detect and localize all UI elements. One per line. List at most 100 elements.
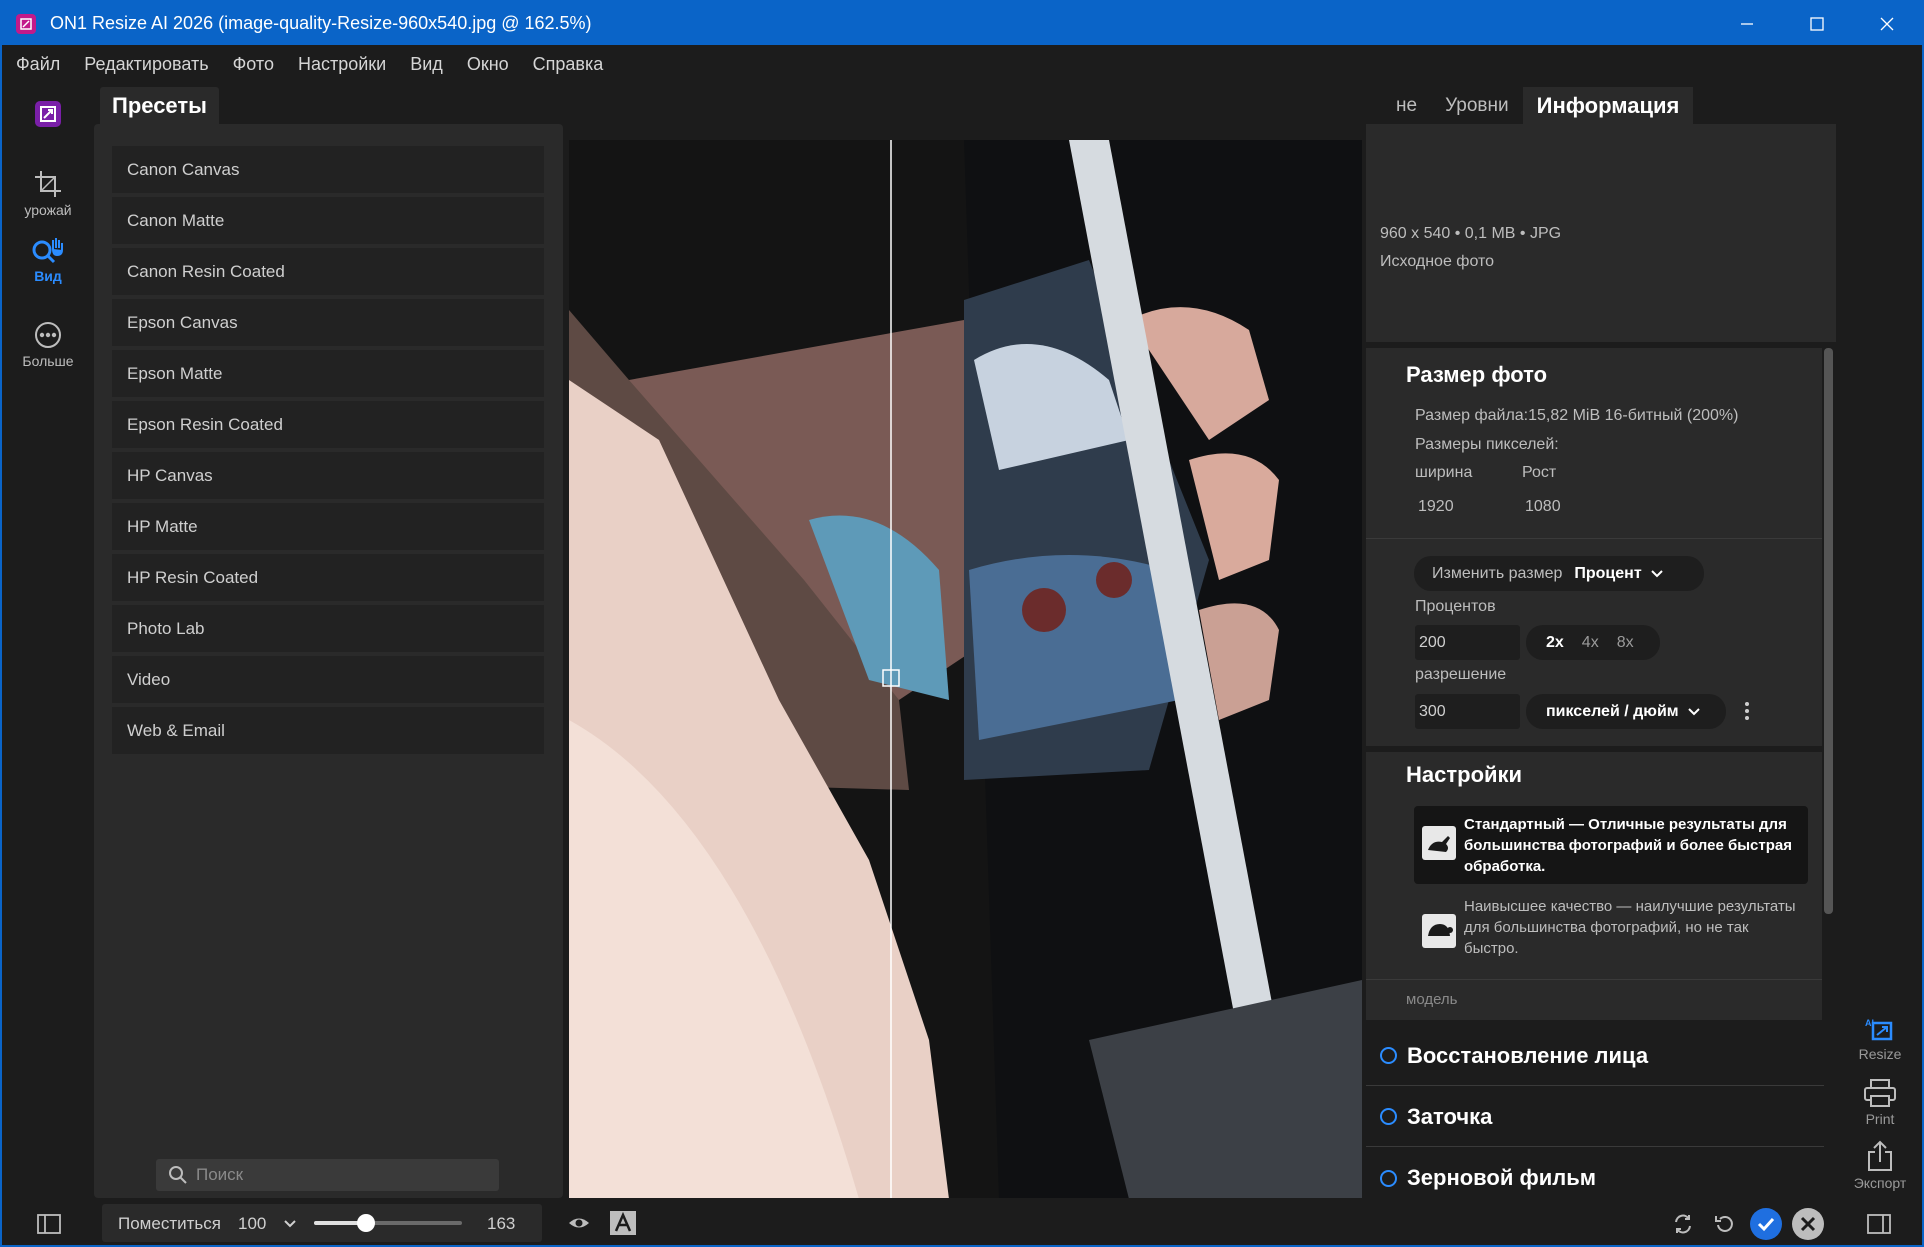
module-export[interactable]: Экспорт [1838,1140,1922,1191]
module-export-label: Экспорт [1853,1175,1907,1191]
compare-icon[interactable] [610,1211,636,1235]
tool-more[interactable]: Больше [2,320,94,369]
preset-item[interactable]: Video [112,656,544,703]
settings-panel: Настройки Стандартный — Отличные результ… [1366,752,1822,1020]
reset-icon[interactable] [1714,1213,1736,1235]
multiplier-4x[interactable]: 4x [1582,634,1599,652]
cancel-button[interactable] [1792,1208,1824,1240]
preset-item[interactable]: HP Canvas [112,452,544,499]
preset-item[interactable]: Canon Canvas [112,146,544,193]
ai-resize-icon: AI [1865,1018,1893,1041]
option-standard-text: Стандартный — Отличные результаты для бо… [1464,816,1792,875]
bottom-bar: Поместиться 100 163 [2,1198,1922,1245]
tool-more-label: Больше [22,353,74,369]
maximize-button[interactable] [1782,2,1852,45]
option-standard[interactable]: Стандартный — Отличные результаты для бо… [1414,806,1808,884]
export-icon [1868,1140,1892,1171]
image-canvas[interactable] [569,140,1362,1199]
menu-edit[interactable]: Редактировать [84,54,208,75]
module-print[interactable]: Print [1838,1078,1922,1127]
resolution-input[interactable]: 300 [1415,694,1520,729]
height-value: 1080 [1525,498,1561,515]
photo-size-panel: Размер фото Размер файла:15,82 MiB 16-би… [1366,348,1822,746]
option-best-text: Наивысшее качество — наилучшие результат… [1464,898,1796,957]
sync-icon[interactable] [1672,1213,1694,1235]
tool-view-label: Вид [34,268,62,284]
apply-button[interactable] [1750,1208,1782,1240]
tool-crop[interactable]: урожай [2,169,94,218]
toggle-right-panel-icon[interactable] [1867,1214,1891,1234]
image-dims: 960 x 540 • 0,1 MB • JPG [1380,225,1562,242]
enable-toggle[interactable] [1380,1047,1397,1064]
preset-item[interactable]: Canon Matte [112,197,544,244]
right-tabs: не Уровни Информация [1382,87,1694,125]
enable-toggle[interactable] [1380,1169,1397,1187]
chevron-down-icon [1687,707,1700,715]
section-face-recovery[interactable]: Восстановление лица [1366,1026,1824,1086]
menu-view[interactable]: Вид [410,54,443,75]
preset-item[interactable]: HP Resin Coated [112,554,544,601]
preset-item[interactable]: Photo Lab [112,605,544,652]
preset-search-input[interactable]: Поиск [156,1159,499,1191]
file-size: Размер файла:15,82 MiB 16-битный (200%) [1415,407,1739,424]
image-source: Исходное фото [1380,253,1495,270]
section-title: Заточка [1407,1103,1493,1129]
printer-icon [1864,1079,1896,1107]
tool-view[interactable]: Вид [2,235,94,284]
tab-navigator[interactable]: не [1382,87,1431,125]
preset-item[interactable]: HP Matte [112,503,544,550]
module-resize-label: Resize [1858,1046,1902,1062]
app-window: ON1 Resize AI 2026 (image-quality-Resize… [0,0,1924,1247]
resize-ai-icon [35,101,61,127]
module-resize[interactable]: AI Resize [1838,1017,1922,1062]
module-print-label: Print [1865,1111,1895,1127]
resolution-unit-dropdown[interactable]: пикселей / дюйм [1526,694,1726,729]
minimize-button[interactable] [1712,2,1782,45]
kebab-menu-icon[interactable] [1744,700,1750,722]
title-bar: ON1 Resize AI 2026 (image-quality-Resize… [2,2,1922,45]
chevron-down-icon [1650,569,1663,577]
resize-mode-dropdown[interactable]: Изменить размер Процент [1414,556,1704,591]
toggle-left-panel-icon[interactable] [37,1214,61,1234]
menu-help[interactable]: Справка [533,54,604,75]
fit-button[interactable]: Поместиться [118,1214,221,1234]
eye-icon[interactable] [568,1214,590,1232]
preset-item[interactable]: Epson Resin Coated [112,401,544,448]
zoom-slider-track[interactable] [314,1214,462,1232]
close-window-button[interactable] [1852,2,1922,45]
menu-file[interactable]: Файл [16,54,60,75]
width-value: 1920 [1418,498,1454,515]
chevron-down-icon[interactable] [283,1219,297,1229]
left-toolbar: урожай Вид Больше [2,83,94,1198]
resolution-unit: пикселей / дюйм [1546,702,1679,720]
right-panel-scrollbar[interactable] [1824,348,1833,914]
menu-photo[interactable]: Фото [233,54,274,75]
preset-item[interactable]: Epson Canvas [112,299,544,346]
app-badge [2,100,94,131]
tab-info[interactable]: Информация [1522,87,1694,125]
menu-window[interactable]: Окно [467,54,509,75]
resolution-label: разрешение [1415,666,1507,683]
zoom-controls: Поместиться 100 163 [102,1204,542,1242]
enable-toggle[interactable] [1380,1108,1397,1125]
zoom-slider-handle[interactable] [356,1214,375,1232]
preset-item[interactable]: Web & Email [112,707,544,754]
percent-input[interactable]: 200 [1415,625,1520,660]
tab-levels[interactable]: Уровни [1431,87,1523,125]
pixel-dims-label: Размеры пикселей: [1415,436,1559,453]
preset-item[interactable]: Canon Resin Coated [112,248,544,295]
tab-presets[interactable]: Пресеты [100,87,219,125]
section-sharpening[interactable]: Заточка [1366,1087,1824,1147]
width-label: ширина [1415,464,1473,481]
multiplier-8x[interactable]: 8x [1617,634,1634,652]
window-title: ON1 Resize AI 2026 (image-quality-Resize… [50,13,592,33]
preset-item[interactable]: Epson Matte [112,350,544,397]
menu-bar: Файл Редактировать Фото Настройки Вид Ок… [2,45,1922,83]
option-best[interactable]: Наивысшее качество — наилучшие результат… [1414,890,1808,970]
presets-panel: Canon Canvas Canon Matte Canon Resin Coa… [94,124,563,1198]
zoom-preset-value[interactable]: 100 [238,1214,266,1234]
menu-settings[interactable]: Настройки [298,54,386,75]
rabbit-icon [1422,826,1456,860]
resize-label: Изменить размер [1432,564,1563,582]
multiplier-2x[interactable]: 2x [1546,634,1564,652]
